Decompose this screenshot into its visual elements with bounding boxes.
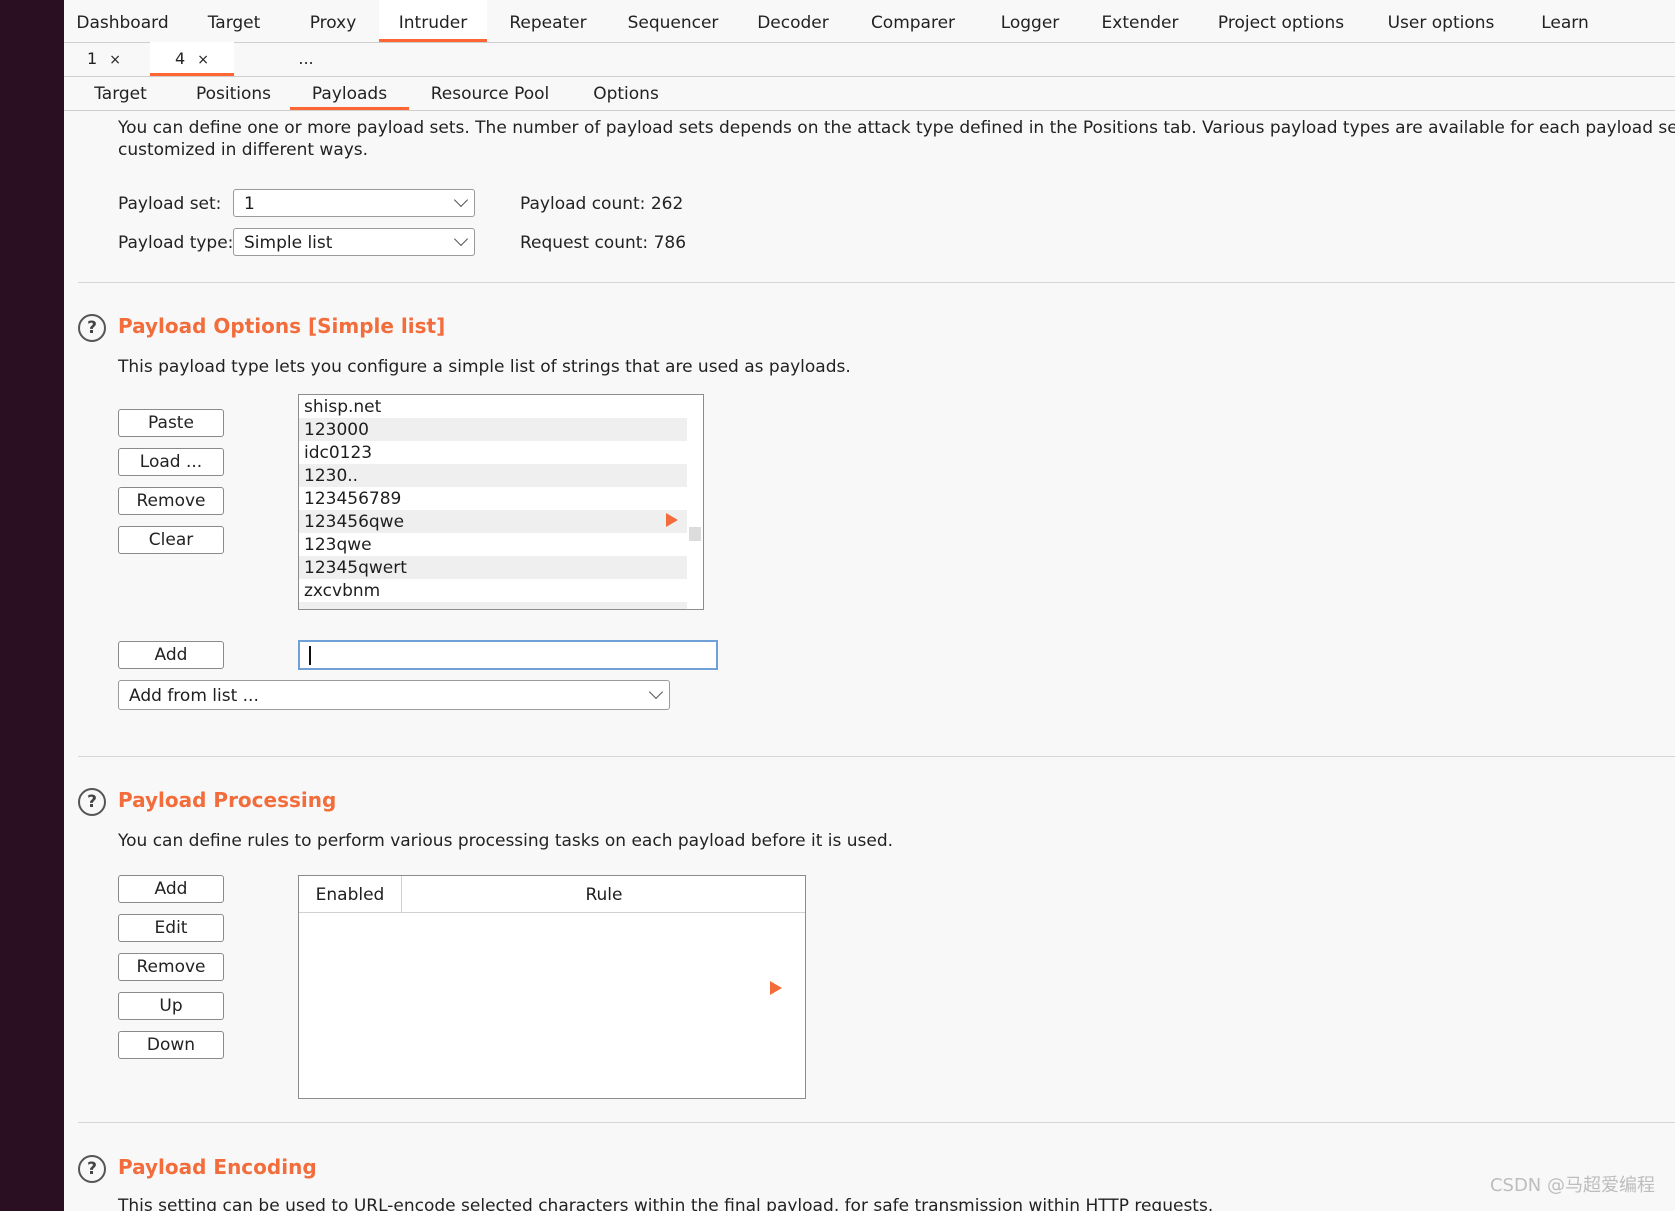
intruder-subtab-bar: Target Positions Payloads Resource Pool … [64,76,1675,111]
load-button[interactable]: Load ... [118,448,224,476]
tab-sequencer[interactable]: Sequencer [609,0,737,42]
help-icon[interactable]: ? [78,1155,106,1183]
expand-arrow-icon[interactable] [666,513,678,527]
list-item[interactable]: 1230.. [299,464,688,487]
tab-extender[interactable]: Extender [1083,0,1197,42]
help-icon[interactable]: ? [78,788,106,816]
new-tab-button[interactable]: ... [286,42,326,76]
tab-repeater[interactable]: Repeater [487,0,609,42]
payload-encoding-description: This setting can be used to URL-encode s… [118,1196,1214,1211]
subtab-payloads[interactable]: Payloads [290,76,409,110]
help-icon[interactable]: ? [78,314,106,342]
tab-learn[interactable]: Learn [1517,0,1613,42]
attack-tab-label: 4 [175,49,186,68]
payload-count-label: Payload count: 262 [520,194,683,214]
remove-rule-button[interactable]: Remove [118,953,224,981]
subtab-target[interactable]: Target [64,76,177,110]
attack-tab-4[interactable]: 4 × [150,42,234,76]
request-count-value: 786 [653,233,687,253]
tab-dashboard[interactable]: Dashboard [64,0,181,42]
down-rule-button[interactable]: Down [118,1031,224,1059]
add-payload-input[interactable] [298,640,718,670]
intro-text-line2: customized in different ways. [118,140,369,160]
payload-processing-description: You can define rules to perform various … [118,831,894,851]
list-item[interactable]: idc0123 [299,441,688,464]
list-item[interactable]: 123qwe [299,533,688,556]
request-count-label: Request count: 786 [520,233,686,253]
scrollbar-thumb[interactable] [689,527,701,541]
attack-tab-label: 1 [87,49,98,68]
tab-comparer[interactable]: Comparer [849,0,977,42]
payload-count-label-text: Payload count: [520,194,646,214]
payload-options-title: Payload Options [Simple list] [118,314,446,338]
request-count-label-text: Request count: [520,233,649,253]
tab-project-options[interactable]: Project options [1197,0,1365,42]
subtab-options[interactable]: Options [571,76,681,110]
divider [78,756,1675,757]
payload-options-description: This payload type lets you configure a s… [118,357,851,377]
close-icon[interactable]: × [109,52,121,68]
payload-processing-title: Payload Processing [118,788,337,812]
column-enabled[interactable]: Enabled [299,876,402,912]
payload-type-label: Payload type: [118,233,234,253]
tab-proxy[interactable]: Proxy [287,0,379,42]
attack-tab-1[interactable]: 1 × [74,42,134,76]
payload-set-select[interactable]: 1 [233,189,475,217]
add-button[interactable]: Add [118,641,224,669]
add-from-list-select[interactable]: Add from list ... [118,680,670,710]
chevron-down-icon [453,192,469,208]
add-rule-button[interactable]: Add [118,875,224,903]
payload-type-select[interactable]: Simple list [233,228,475,256]
add-from-list-label: Add from list ... [129,686,259,706]
tab-decoder[interactable]: Decoder [737,0,849,42]
subtab-resource-pool[interactable]: Resource Pool [409,76,571,110]
payload-list[interactable]: shisp.net 123000 idc0123 1230.. 12345678… [298,394,704,610]
subtab-positions[interactable]: Positions [177,76,290,110]
main-tab-bar: Dashboard Target Proxy Intruder Repeater… [64,0,1675,43]
list-item[interactable]: 123000 [299,418,688,441]
list-item[interactable]: zxcvbnm [299,579,688,602]
remove-button[interactable]: Remove [118,487,224,515]
column-rule[interactable]: Rule [402,876,806,912]
list-item[interactable]: 12345qwert [299,556,688,579]
text-caret [309,646,311,665]
chevron-down-icon [453,231,469,247]
tab-user-options[interactable]: User options [1365,0,1517,42]
list-item[interactable]: shisp.net [299,395,688,418]
clear-button[interactable]: Clear [118,526,224,554]
payload-encoding-title: Payload Encoding [118,1155,317,1179]
up-rule-button[interactable]: Up [118,992,224,1020]
burp-suite-window: Dashboard Target Proxy Intruder Repeater… [64,0,1675,1211]
tab-logger[interactable]: Logger [977,0,1083,42]
list-item[interactable]: 123456789 [299,487,688,510]
payload-type-value: Simple list [244,233,333,253]
tab-target[interactable]: Target [181,0,287,42]
edit-rule-button[interactable]: Edit [118,914,224,942]
intro-text-line1: You can define one or more payload sets.… [118,118,1675,138]
payload-set-value: 1 [244,194,255,214]
close-icon[interactable]: × [197,52,209,68]
paste-button[interactable]: Paste [118,409,224,437]
chevron-down-icon [648,684,664,700]
list-item[interactable]: 123456qwe [299,510,688,533]
attack-tab-bar: 1 × 4 × ... [64,42,1675,77]
payload-set-label: Payload set: [118,194,222,214]
divider [78,1122,1675,1123]
csdn-watermark: CSDN @马超爱编程 [1489,1175,1655,1196]
tab-intruder[interactable]: Intruder [379,0,487,42]
expand-arrow-icon[interactable] [770,981,782,995]
table-header: Enabled Rule [299,876,805,913]
divider [78,282,1675,283]
list-scrollbar[interactable] [687,395,703,609]
list-item[interactable] [299,602,688,609]
processing-rules-table[interactable]: Enabled Rule [298,875,806,1099]
payload-count-value: 262 [650,194,684,214]
